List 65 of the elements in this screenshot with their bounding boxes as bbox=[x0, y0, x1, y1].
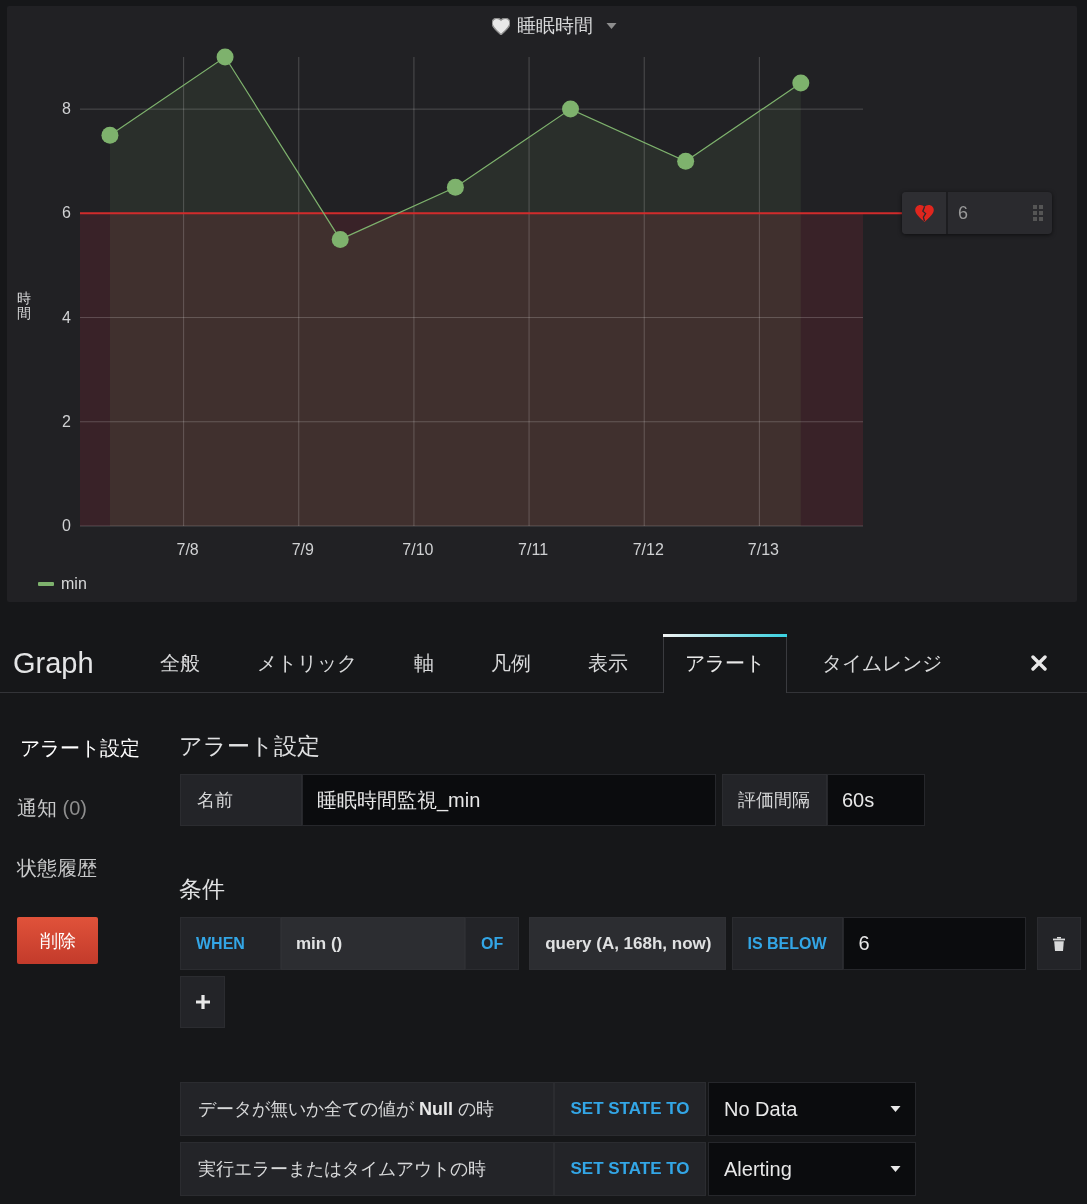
x-tick-label: 7/11 bbox=[518, 541, 549, 558]
state-dropdown[interactable]: Alerting bbox=[708, 1142, 916, 1196]
input-field[interactable]: 60s bbox=[827, 774, 925, 826]
keyword-label: WHEN bbox=[180, 917, 281, 970]
sidebar-item[interactable]: アラート設定 bbox=[17, 718, 140, 778]
query-button[interactable]: query (A, 168h, now) bbox=[529, 917, 727, 970]
tab[interactable]: タイムレンジ bbox=[799, 634, 964, 692]
tab[interactable]: 凡例 bbox=[468, 634, 553, 692]
field-label: 名前 bbox=[180, 774, 302, 826]
tab[interactable]: 軸 bbox=[391, 634, 456, 692]
broken-heart-icon bbox=[914, 204, 934, 222]
data-point bbox=[216, 48, 234, 66]
caret-down-icon[interactable] bbox=[605, 23, 617, 29]
close-icon bbox=[1031, 655, 1047, 671]
caret-down-icon bbox=[890, 1106, 901, 1112]
data-point bbox=[677, 152, 695, 170]
x-tick-label: 7/9 bbox=[291, 541, 314, 558]
tab[interactable]: アラート bbox=[662, 634, 787, 693]
input-field[interactable]: 睡眠時間監視_min bbox=[302, 774, 716, 826]
handler-label: 実行エラーまたはタイムアウトの時 bbox=[180, 1142, 554, 1196]
section-heading: アラート設定 bbox=[179, 732, 321, 760]
data-point bbox=[446, 178, 464, 196]
data-point bbox=[101, 126, 119, 144]
section-heading: 条件 bbox=[179, 875, 226, 903]
y-tick-label: 4 bbox=[62, 308, 71, 326]
keyword-label: OF bbox=[465, 917, 520, 970]
data-point bbox=[331, 230, 349, 248]
data-point bbox=[562, 100, 580, 118]
panel-title[interactable]: 睡眠時間 bbox=[516, 13, 593, 39]
data-point bbox=[792, 74, 810, 92]
keyword-label: SET STATE TO bbox=[554, 1082, 706, 1136]
x-tick-label: 7/10 bbox=[402, 541, 434, 558]
evaluator-button[interactable]: IS BELOW bbox=[732, 917, 844, 970]
y-tick-label: 8 bbox=[62, 100, 71, 118]
x-tick-label: 7/12 bbox=[632, 541, 664, 558]
caret-down-icon bbox=[890, 1166, 901, 1172]
threshold-handle[interactable]: 6 bbox=[902, 192, 1052, 235]
y-tick-label: 0 bbox=[62, 517, 71, 534]
heart-icon bbox=[491, 17, 510, 35]
trash-icon bbox=[1053, 936, 1066, 951]
reducer-button[interactable]: min () bbox=[281, 917, 465, 970]
field-label: 評価間隔 bbox=[722, 774, 827, 826]
threshold-field[interactable]: 6 bbox=[843, 917, 1027, 970]
delete-button[interactable]: 削除 bbox=[17, 917, 98, 964]
delete-condition-button[interactable] bbox=[1037, 917, 1082, 970]
plus-icon bbox=[195, 995, 210, 1009]
y-tick-label: 6 bbox=[62, 204, 71, 222]
threshold-value: 6 bbox=[958, 202, 968, 224]
tab[interactable]: メトリック bbox=[234, 634, 379, 692]
drag-handle-icon[interactable] bbox=[1033, 205, 1043, 222]
sidebar-item[interactable]: 状態履歴 bbox=[17, 838, 97, 898]
x-tick-label: 7/8 bbox=[176, 541, 199, 558]
y-axis-label: 時間 bbox=[17, 290, 31, 322]
tab[interactable]: 表示 bbox=[565, 634, 650, 692]
close-button[interactable] bbox=[1029, 653, 1049, 673]
state-dropdown[interactable]: No Data bbox=[708, 1082, 916, 1136]
keyword-label: SET STATE TO bbox=[554, 1142, 706, 1196]
legend-label[interactable]: min bbox=[61, 575, 87, 593]
x-tick-label: 7/13 bbox=[747, 541, 779, 558]
handler-label: データが無いか全ての値が Null の時 bbox=[180, 1082, 554, 1136]
editor-title: Graph bbox=[12, 646, 94, 680]
tab[interactable]: 全般 bbox=[137, 634, 222, 692]
y-tick-label: 2 bbox=[62, 412, 71, 430]
sidebar-item[interactable]: 通知 (0) bbox=[17, 778, 87, 838]
add-condition-button[interactable] bbox=[180, 976, 225, 1028]
